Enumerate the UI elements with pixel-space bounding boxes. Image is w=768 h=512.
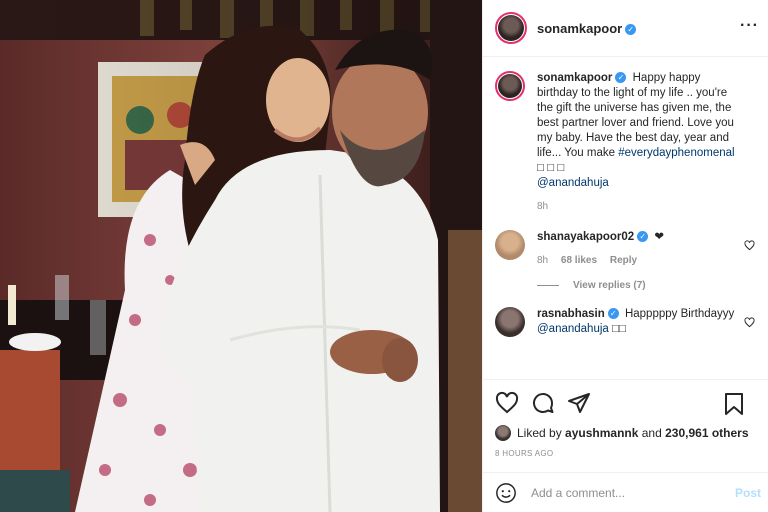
reply-button[interactable]: Reply <box>610 255 637 266</box>
comment-avatar[interactable] <box>495 307 525 337</box>
comment-body: rasnabhasin ✓ Happpppy Birthdayyy @ananda… <box>537 307 742 337</box>
comment-bubble-icon[interactable] <box>531 391 555 415</box>
comment-meta: 8h 68 likes Reply <box>537 253 742 268</box>
verified-badge-icon: ✓ <box>637 231 649 242</box>
share-paper-plane-icon[interactable] <box>567 391 591 415</box>
caption-emojis: □ □ □ <box>537 162 565 174</box>
author-username-text[interactable]: sonamkapoor <box>537 21 622 36</box>
view-replies-label[interactable]: View replies (7) <box>573 280 646 291</box>
post-actions: Liked by ayushmannk and 230,961 others 8… <box>483 379 768 461</box>
caption-avatar[interactable] <box>495 71 525 101</box>
save-bookmark-icon[interactable] <box>723 392 745 416</box>
comment-like-heart-icon[interactable] <box>744 240 755 251</box>
replies-divider <box>537 285 559 286</box>
add-comment-input[interactable] <box>531 485 696 500</box>
liked-by-prefix: Liked by <box>517 426 562 440</box>
caption-body: sonamkapoor ✓ Happy happy birthday to the… <box>537 71 742 214</box>
verified-badge-icon: ✓ <box>615 72 627 83</box>
comment-username-text[interactable]: shanayakapoor02 <box>537 231 634 243</box>
like-heart-icon[interactable] <box>495 391 519 415</box>
comment-emojis: □□ <box>612 323 626 335</box>
comment-body: shanayakapoor02 ✓ ❤ 8h 68 likes Reply <box>537 230 742 268</box>
caption-username[interactable]: sonamkapoor ✓ <box>537 72 627 84</box>
caption: sonamkapoor ✓ Happy happy birthday to the… <box>495 71 757 214</box>
post-comment-button[interactable]: Post <box>735 486 761 500</box>
verified-badge-icon: ✓ <box>625 23 637 35</box>
post-photo[interactable] <box>0 0 482 512</box>
caption-meta: 8h <box>537 199 742 214</box>
liked-by-and: and <box>641 426 662 440</box>
view-replies-button[interactable]: View replies (7) <box>537 280 757 291</box>
comment-avatar[interactable] <box>495 230 525 260</box>
post-timestamp[interactable]: 8 HOURS AGO <box>495 449 757 458</box>
liked-by-count[interactable]: 230,961 others <box>665 426 748 440</box>
caption-hashtag[interactable]: #everydayphenomenal <box>618 147 734 159</box>
caption-text: Happy happy birthday to the light of my … <box>537 72 734 159</box>
author-username[interactable]: sonamkapoor ✓ <box>537 21 637 36</box>
caption-username-text[interactable]: sonamkapoor <box>537 72 612 84</box>
comment-text: Happpppy Birthdayyy <box>624 308 735 320</box>
comment-username-text[interactable]: rasnabhasin <box>537 308 605 320</box>
caption-mention[interactable]: @anandahuja <box>537 177 609 189</box>
action-icons <box>495 388 757 418</box>
likes-summary: Liked by ayushmannk and 230,961 others <box>495 425 757 441</box>
comment: shanayakapoor02 ✓ ❤ 8h 68 likes Reply <box>495 230 757 268</box>
comment-likes[interactable]: 68 likes <box>561 255 597 266</box>
caption-time[interactable]: 8h <box>537 201 548 212</box>
verified-badge-icon: ✓ <box>607 308 619 319</box>
comment: rasnabhasin ✓ Happpppy Birthdayyy @ananda… <box>495 307 757 337</box>
comment-text: ❤ <box>654 231 665 243</box>
liker-avatar[interactable] <box>495 425 511 441</box>
comments-list: sonamkapoor ✓ Happy happy birthday to the… <box>483 57 768 379</box>
comment-time[interactable]: 8h <box>537 255 548 266</box>
comment-username[interactable]: rasnabhasin ✓ <box>537 308 619 320</box>
add-comment-bar: Post <box>483 472 768 512</box>
author-avatar[interactable] <box>495 12 527 44</box>
comment-like-heart-icon[interactable] <box>744 317 755 328</box>
more-options-button[interactable]: ··· <box>740 17 759 35</box>
comment-username[interactable]: shanayakapoor02 ✓ <box>537 231 649 243</box>
liked-by-user[interactable]: ayushmannk <box>565 426 638 440</box>
emoji-smiley-icon[interactable] <box>495 482 517 504</box>
comment-mention[interactable]: @anandahuja <box>537 323 609 335</box>
post-header: sonamkapoor ✓ ··· <box>483 0 768 57</box>
post-sidebar: sonamkapoor ✓ ··· sonamkapoor ✓ Happy happ… <box>482 0 768 512</box>
instagram-post: sonamkapoor ✓ ··· sonamkapoor ✓ Happy happ… <box>0 0 768 512</box>
photo-image <box>0 0 482 512</box>
